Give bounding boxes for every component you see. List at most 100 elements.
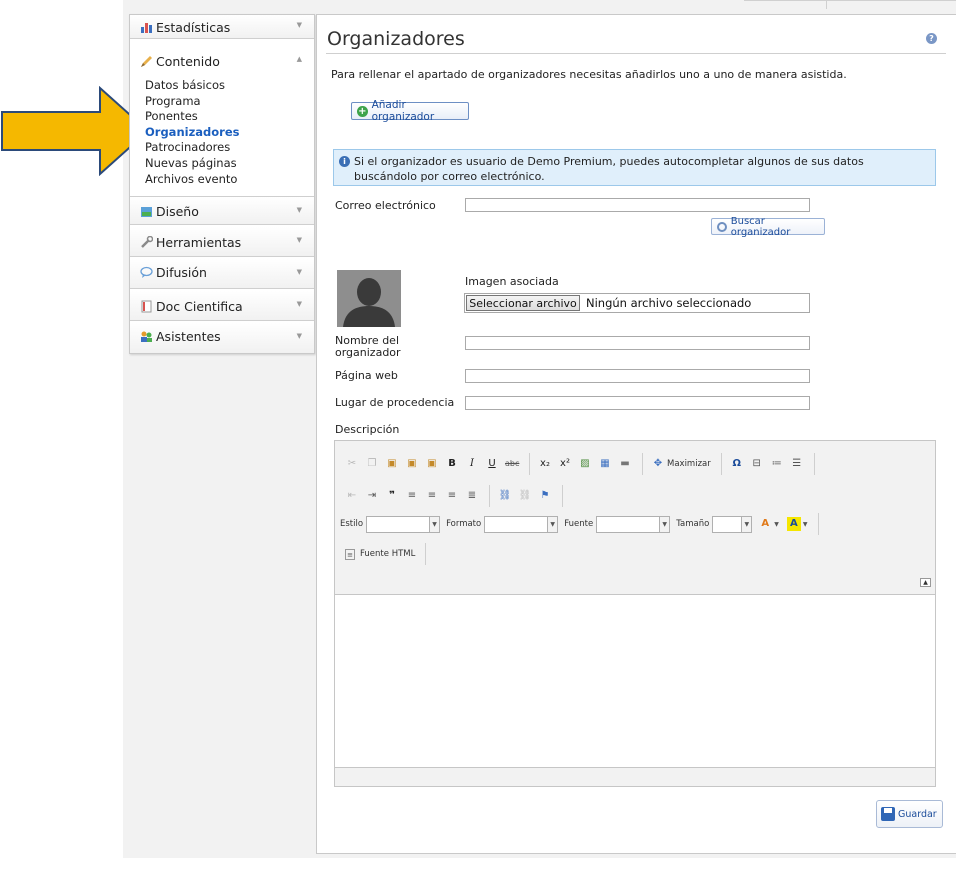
- outdent-icon[interactable]: ⇤: [345, 489, 359, 503]
- indent-icon[interactable]: ⇥: [365, 489, 379, 503]
- subscript-icon[interactable]: x₂: [538, 457, 552, 471]
- paste-word-icon[interactable]: ▣: [425, 457, 439, 471]
- sidebar-link-archivos-evento[interactable]: Archivos evento: [145, 172, 239, 188]
- title-divider: [326, 53, 946, 54]
- chevron-down-icon[interactable]: ▼: [297, 236, 302, 244]
- editor-content-area[interactable]: [335, 594, 935, 768]
- sidebar-link-organizadores[interactable]: Organizadores: [145, 125, 239, 141]
- editor-toolbar-row-2: ⇤ ⇥ ❞ ≡ ≡ ≡ ≣ ⛓ ⛓ ⚑: [345, 485, 571, 507]
- chevron-down-icon[interactable]: ▼: [297, 268, 302, 276]
- save-button[interactable]: Guardar: [876, 800, 943, 828]
- chevron-down-icon[interactable]: ▼: [774, 521, 779, 528]
- html-source-label: Fuente HTML: [360, 549, 416, 559]
- format-select[interactable]: ▼: [484, 515, 559, 533]
- intro-text: Para rellenar el apartado de organizador…: [331, 68, 847, 81]
- sidebar-section-label: Difusión: [156, 265, 207, 280]
- chevron-down-icon[interactable]: ▼: [297, 300, 302, 308]
- page-title: Organizadores: [327, 28, 465, 50]
- style-select[interactable]: ▼: [366, 515, 441, 533]
- chevron-down-icon[interactable]: ▼: [803, 521, 808, 528]
- search-organizer-button[interactable]: Buscar organizador: [711, 216, 825, 238]
- sidebar-link-patrocinadores[interactable]: Patrocinadores: [145, 140, 239, 156]
- sidebar-section-estadisticas[interactable]: Estadísticas ▼: [130, 15, 314, 39]
- paste-icon[interactable]: ▣: [385, 457, 399, 471]
- add-organizer-button[interactable]: + Añadir organizador: [351, 99, 469, 123]
- help-icon[interactable]: ?: [926, 33, 937, 44]
- collapse-toolbar-button[interactable]: ▲: [920, 578, 931, 587]
- table-icon[interactable]: ▦: [598, 457, 612, 471]
- select-file-button[interactable]: Seleccionar archivo: [466, 295, 580, 311]
- style-label: Estilo: [340, 519, 364, 529]
- background-color-icon[interactable]: A: [786, 517, 801, 531]
- html-source-button[interactable]: ≡ Fuente HTML: [345, 548, 416, 560]
- avatar-placeholder: [337, 270, 401, 327]
- bar-chart-icon: [141, 23, 152, 33]
- size-select[interactable]: ▼: [712, 515, 753, 533]
- text-color-icon[interactable]: A: [758, 517, 772, 531]
- size-label: Tamaño: [676, 519, 710, 529]
- page-break-icon[interactable]: ⊟: [750, 457, 764, 471]
- copy-icon[interactable]: ❐: [365, 457, 379, 471]
- sidebar-link-datos-basicos[interactable]: Datos básicos: [145, 78, 239, 94]
- sidebar-section-asistentes[interactable]: Asistentes ▼: [130, 323, 314, 353]
- source-icon: ≡: [345, 548, 355, 560]
- sidebar-section-label: Contenido: [156, 54, 220, 69]
- font-select[interactable]: ▼: [596, 515, 671, 533]
- info-box: i Si el organizador es usuario de Demo P…: [333, 149, 936, 186]
- sidebar-section-doc-cientifica[interactable]: Doc Cientifica ▼: [130, 291, 314, 321]
- underline-icon[interactable]: U: [485, 457, 499, 471]
- sidebar-section-difusion[interactable]: Difusión ▼: [130, 259, 314, 289]
- special-char-icon[interactable]: Ω: [730, 457, 744, 471]
- website-label: Página web: [335, 369, 398, 382]
- cut-icon[interactable]: ✂: [345, 457, 359, 471]
- sidebar-section-herramientas[interactable]: Herramientas ▼: [130, 227, 314, 257]
- italic-icon[interactable]: I: [465, 457, 479, 471]
- description-label: Descripción: [335, 423, 400, 436]
- origin-field[interactable]: [465, 396, 810, 410]
- name-field[interactable]: [465, 336, 810, 350]
- maximize-button[interactable]: Maximizar: [667, 459, 711, 469]
- sidebar-link-programa[interactable]: Programa: [145, 94, 239, 110]
- align-left-icon[interactable]: ≡: [405, 489, 419, 503]
- origin-label: Lugar de procedencia: [335, 396, 455, 409]
- editor-toolbar-row-3: Estilo ▼ Formato ▼ Fuente ▼ Tamaño ▼ A ▼…: [340, 513, 827, 535]
- chevron-down-icon[interactable]: ▼: [297, 206, 302, 214]
- strikethrough-icon[interactable]: abc: [505, 457, 519, 471]
- horizontal-rule-icon[interactable]: ▬: [618, 457, 632, 471]
- chevron-down-icon[interactable]: ▼: [297, 332, 302, 340]
- sidebar-link-nuevas-paginas[interactable]: Nuevas páginas: [145, 156, 239, 172]
- chevron-down-icon[interactable]: ▼: [297, 21, 302, 29]
- blockquote-icon[interactable]: ❞: [385, 489, 399, 503]
- website-field[interactable]: [465, 369, 810, 383]
- superscript-icon[interactable]: x²: [558, 457, 572, 471]
- sidebar-section-label: Doc Cientifica: [156, 299, 243, 314]
- numbered-list-icon[interactable]: ≔: [770, 457, 784, 471]
- maximize-icon[interactable]: ✥: [651, 457, 665, 471]
- add-organizer-label: Añadir organizador: [371, 99, 435, 123]
- align-right-icon[interactable]: ≡: [445, 489, 459, 503]
- sidebar-link-ponentes[interactable]: Ponentes: [145, 109, 239, 125]
- name-label: Nombre del organizador: [335, 334, 401, 359]
- info-text: Si el organizador es usuario de Demo Pre…: [354, 155, 864, 183]
- align-center-icon[interactable]: ≡: [425, 489, 439, 503]
- link-icon[interactable]: ⛓: [498, 489, 512, 503]
- image-icon[interactable]: ▨: [578, 457, 592, 471]
- pencil-icon: [141, 56, 152, 67]
- justify-icon[interactable]: ≣: [465, 489, 479, 503]
- top-tab-strip: [744, 0, 956, 9]
- info-icon: i: [339, 156, 350, 167]
- bold-icon[interactable]: B: [445, 457, 459, 471]
- sidebar-section-diseno[interactable]: Diseño ▼: [130, 197, 314, 225]
- bulleted-list-icon[interactable]: ☰: [790, 457, 804, 471]
- file-input[interactable]: Seleccionar archivo Ningún archivo selec…: [464, 293, 810, 313]
- unlink-icon[interactable]: ⛓: [518, 489, 532, 503]
- chevron-up-icon[interactable]: ▲: [297, 55, 302, 63]
- editor-toolbar-row-4: ≡ Fuente HTML: [345, 543, 434, 565]
- chevron-down-icon: ▼: [741, 516, 752, 532]
- anchor-flag-icon[interactable]: ⚑: [538, 489, 552, 503]
- search-icon: [717, 221, 727, 232]
- sidebar-section-label: Asistentes: [156, 329, 221, 344]
- people-icon: [141, 331, 152, 342]
- email-field[interactable]: [465, 198, 810, 212]
- paste-text-icon[interactable]: ▣: [405, 457, 419, 471]
